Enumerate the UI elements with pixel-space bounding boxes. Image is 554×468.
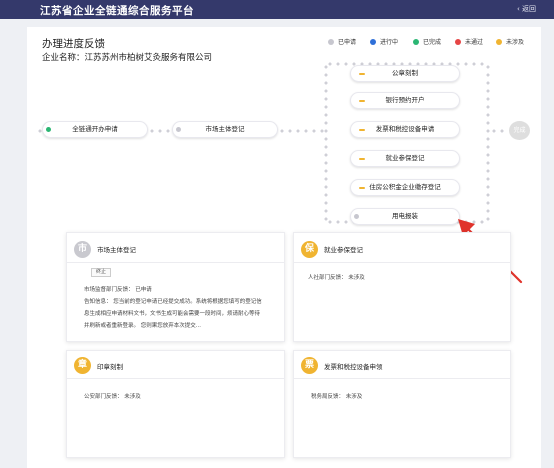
status-legend: 已申请 进行中 已完成 未通过 未涉及 xyxy=(328,37,528,47)
page-title: 办理进度反馈 xyxy=(42,38,105,50)
legend-label-applied: 已申请 xyxy=(338,39,357,46)
card-invoice: 票 发票和税控设备申领 税务局反馈： 未涉及 xyxy=(293,350,511,458)
legend-dot-completed-icon xyxy=(413,39,419,45)
company-label: 企业名称： xyxy=(42,53,85,63)
card-title: 印章刻制 xyxy=(97,363,123,371)
card-divider xyxy=(294,378,510,379)
flow-node-electricity[interactable]: 用电报装 xyxy=(350,208,460,225)
flow-node-end: 完成 xyxy=(509,121,530,140)
card-divider xyxy=(67,378,284,379)
back-button[interactable]: ‹ 返回 xyxy=(517,4,536,14)
connector-branches-to-end xyxy=(490,129,508,133)
legend-item-completed: 已完成 xyxy=(413,37,441,46)
registration-icon: 市 xyxy=(74,241,91,258)
flow-node-start[interactable]: 全链通开办申请 xyxy=(42,121,148,138)
flow-node-invoice[interactable]: 发票和税控设备申请 xyxy=(350,121,460,138)
company-info: 企业名称：江苏苏州市柏树艾灸服务有限公司 xyxy=(42,51,212,63)
flow-node-label: 公章刻制 xyxy=(392,69,418,77)
not-involved-status-icon xyxy=(359,100,365,102)
card-title: 就业参保登记 xyxy=(324,246,363,254)
legend-item-applied: 已申请 xyxy=(328,37,356,46)
card-feedback: 人社部门反馈： 未涉及 xyxy=(308,275,365,281)
legend-label-in-progress: 进行中 xyxy=(380,39,399,46)
card-notice-line: 息生成相应申请材料文书，文书生成可能会需要一段时间，烦请耐心等待 xyxy=(84,311,261,317)
flow-node-housing-fund[interactable]: 住房公积金企业缴存登记 xyxy=(350,179,460,196)
connector-branch-right xyxy=(486,63,490,223)
card-feedback: 税务局反馈： 未涉及 xyxy=(311,394,363,400)
social-security-icon: 保 xyxy=(301,241,318,258)
not-involved-status-icon xyxy=(359,187,365,189)
completed-status-icon xyxy=(46,127,51,132)
applied-status-icon xyxy=(354,214,359,219)
flow-node-label: 住房公积金企业缴存登记 xyxy=(369,183,441,191)
card-registration: 市 市场主体登记 终止 市场监督部门反馈： 已申请 告知信息： 您当前的登记申请… xyxy=(66,232,285,342)
legend-label-failed: 未通过 xyxy=(465,39,484,46)
card-notice-line: 告知信息： 您当前的登记申请已经提交成功。系统将根据您填写的登记信 xyxy=(84,299,262,305)
app-title: 江苏省企业全链通综合服务平台 xyxy=(40,5,194,17)
seal-icon: 章 xyxy=(74,357,91,374)
not-involved-status-icon xyxy=(359,158,365,160)
company-name: 江苏苏州市柏树艾灸服务有限公司 xyxy=(84,53,213,63)
not-involved-status-icon xyxy=(359,129,365,131)
legend-item-in-progress: 进行中 xyxy=(370,37,398,46)
card-title: 发票和税控设备申领 xyxy=(324,363,383,371)
card-feedback: 市场监督部门反馈： 已申请 xyxy=(84,287,152,293)
applied-status-icon xyxy=(176,127,181,132)
flow-node-bank-account[interactable]: 银行预约开户 xyxy=(350,92,460,109)
flow-node-registration[interactable]: 市场主体登记 xyxy=(172,121,278,138)
card-feedback: 公安部门反馈： 未涉及 xyxy=(84,394,141,400)
card-divider xyxy=(67,262,284,263)
legend-label-completed: 已完成 xyxy=(423,39,442,46)
legend-item-failed: 未通过 xyxy=(455,37,483,46)
not-involved-status-icon xyxy=(359,73,365,75)
legend-dot-in-progress-icon xyxy=(370,39,376,45)
flow-node-label: 银行预约开户 xyxy=(385,96,425,104)
invoice-icon: 票 xyxy=(301,357,318,374)
connector-registration-to-branches xyxy=(278,129,326,133)
flow-node-label: 就业参保登记 xyxy=(385,154,425,162)
card-notice-line: 并刷新或者重新登录。 您则果您放弃本次提交... xyxy=(84,323,201,329)
legend-dot-applied-icon xyxy=(328,39,334,45)
legend-label-not-involved: 未涉及 xyxy=(506,39,525,46)
card-seal: 章 印章刻制 公安部门反馈： 未涉及 xyxy=(66,350,285,458)
terminate-tag[interactable]: 终止 xyxy=(91,268,112,277)
connector-branch-left xyxy=(324,63,328,223)
legend-dot-failed-icon xyxy=(455,39,461,45)
flow-node-label: 发票和税控设备申请 xyxy=(375,125,435,133)
legend-dot-not-involved-icon xyxy=(496,39,502,45)
top-bar: 江苏省企业全链通综合服务平台 ‹ 返回 xyxy=(0,0,554,19)
connector-start-to-registration xyxy=(148,129,174,133)
flow-node-label: 用电报装 xyxy=(392,212,418,220)
legend-item-not-involved: 未涉及 xyxy=(496,37,524,46)
flow-node-label: 全链通开办申请 xyxy=(72,125,118,133)
flow-node-label: 市场主体登记 xyxy=(205,125,245,133)
card-divider xyxy=(294,262,510,263)
flow-node-social-security[interactable]: 就业参保登记 xyxy=(350,150,460,167)
card-social-security: 保 就业参保登记 人社部门反馈： 未涉及 xyxy=(293,232,511,342)
card-title: 市场主体登记 xyxy=(97,246,136,254)
flow-node-seal[interactable]: 公章刻制 xyxy=(350,65,460,82)
